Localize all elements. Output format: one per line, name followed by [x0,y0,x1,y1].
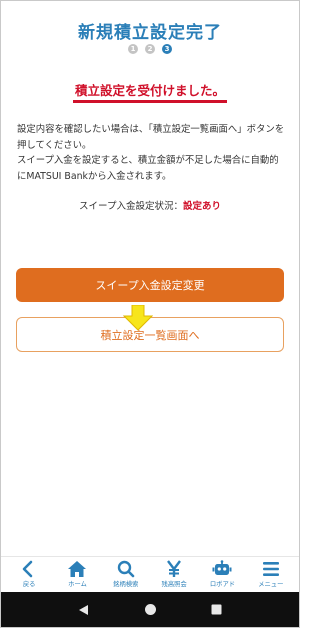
nav-menu-label: メニュー [258,581,284,588]
description-line-1: 設定内容を確認したい場合は、「積立設定一覧画面へ」ボタンを押してください。 [17,124,285,151]
nav-home[interactable]: ホーム [53,557,101,592]
menu-icon [262,562,279,576]
sweep-settings-button[interactable]: スイープ入金設定変更 [16,268,284,302]
step-2: 2 [145,44,155,54]
step-3-current: 3 [162,44,172,54]
system-navigation-bar [1,592,299,627]
nav-roboad[interactable]: ロボアド [198,557,246,592]
nav-balance-label: 残高照会 [161,581,187,588]
step-1: 1 [128,44,138,54]
sweep-status-value: 設定あり [182,201,221,212]
home-icon [68,561,87,577]
bottom-nav: 戻る ホーム 銘柄検索 残高照会 ロボアド メニュー [1,556,299,592]
received-text: 積立設定を受付けました。 [72,80,227,103]
description-line-2: スイープ入金を設定すると、積立金額が不足した場合に自動的にMATSUI Bank… [17,155,279,182]
sweep-status: スイープ入金設定状況：設定あり [0,198,300,212]
step-indicator: 1 2 3 [0,44,300,54]
page-title: 新規積立設定完了 [78,23,222,43]
received-message: 積立設定を受付けました。 [0,80,300,103]
back-icon [22,560,33,578]
system-back-icon[interactable] [77,603,91,617]
nav-balance[interactable]: 残高照会 [150,557,198,592]
sweep-settings-button-label: スイープ入金設定変更 [95,279,205,292]
nav-back-label: 戻る [22,581,36,588]
nav-menu[interactable]: メニュー [247,557,295,592]
system-home-icon[interactable] [143,603,157,617]
sweep-status-label: スイープ入金設定状況： [79,201,183,212]
nav-home-label: ホーム [68,581,87,588]
nav-roboad-label: ロボアド [209,581,236,588]
search-icon [117,560,135,578]
nav-search-label: 銘柄検索 [113,581,139,588]
nav-search[interactable]: 銘柄検索 [102,557,150,592]
nav-back[interactable]: 戻る [5,557,53,592]
yen-icon [167,560,182,577]
system-recents-icon[interactable] [209,603,223,617]
robot-icon [212,560,232,575]
down-arrow-icon [123,305,153,331]
description: 設定内容を確認したい場合は、「積立設定一覧画面へ」ボタンを押してください。 スイ… [17,122,285,184]
